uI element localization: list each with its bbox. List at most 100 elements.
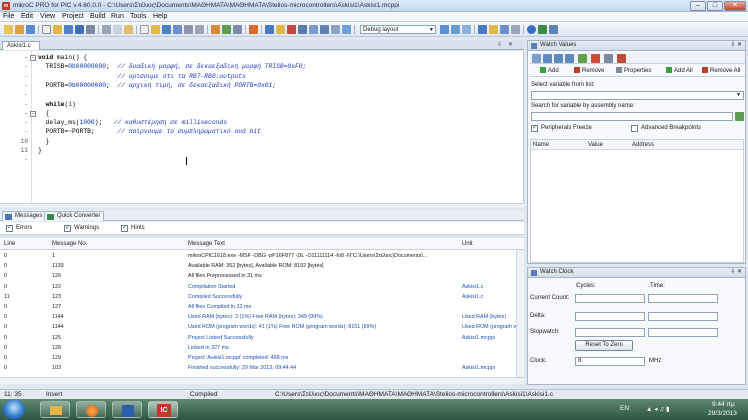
- table-row[interactable]: 0 126 All files Preprocessed in 31 ms: [0, 272, 524, 281]
- menu-edit[interactable]: Edit: [21, 13, 33, 20]
- select-variable-combo[interactable]: ▼: [531, 91, 744, 100]
- run-to-cursor-icon[interactable]: [578, 54, 587, 63]
- mikroc-task[interactable]: IC: [148, 401, 178, 418]
- tile-icon[interactable]: [462, 25, 471, 34]
- tray-icons[interactable]: ▲ ◂ ♫ ▮: [646, 405, 670, 413]
- code-line[interactable]: // ορίσουμε ότι τα RB7-RB0:outputs: [38, 73, 245, 80]
- code-line[interactable]: void main() {: [38, 54, 87, 61]
- run-icon[interactable]: [532, 54, 541, 63]
- peripherals-freeze-checkbox[interactable]: ✓: [531, 125, 538, 132]
- clock-input[interactable]: 8: [575, 357, 645, 366]
- close-file-icon[interactable]: [184, 25, 193, 34]
- folder-tree-icon[interactable]: [489, 25, 498, 34]
- info-icon[interactable]: [538, 25, 547, 34]
- col-value[interactable]: Value: [588, 142, 603, 148]
- pin-icon[interactable]: ⇩: [497, 41, 502, 48]
- search-variable-input[interactable]: [531, 112, 733, 121]
- remove-all-button[interactable]: Remove All: [702, 67, 740, 74]
- clock-time[interactable]: 9:44 πμ: [712, 401, 735, 408]
- maximize-button[interactable]: □: [707, 1, 723, 11]
- code-line[interactable]: delay_ms(1000); // καθυστέρηση σε millis…: [38, 119, 227, 126]
- delta-time[interactable]: [648, 312, 718, 321]
- menu-build[interactable]: Build: [90, 13, 106, 20]
- tab-messages[interactable]: Messages: [2, 211, 47, 221]
- menu-view[interactable]: View: [40, 13, 55, 20]
- fold-toggle-icon[interactable]: −: [30, 111, 36, 117]
- close-tab-icon[interactable]: ✕: [508, 41, 513, 48]
- copy-icon[interactable]: [113, 25, 122, 34]
- clock-date[interactable]: 29/3/2013: [708, 410, 737, 417]
- save-project-icon[interactable]: [26, 25, 35, 34]
- advanced-breakpoints-checkbox[interactable]: [631, 125, 638, 132]
- stopwatch-cycles[interactable]: [575, 328, 645, 337]
- new-project-icon[interactable]: [4, 25, 13, 34]
- menu-help[interactable]: Help: [153, 13, 167, 20]
- code-editor[interactable]: - void main() {- TRISB=0b00000000; // δυα…: [0, 51, 524, 203]
- add-button[interactable]: Add: [540, 67, 559, 74]
- build-icon[interactable]: [249, 25, 258, 34]
- forum-icon[interactable]: [549, 25, 558, 34]
- save2-icon[interactable]: [162, 25, 171, 34]
- goto-icon[interactable]: [331, 25, 340, 34]
- current-count-cycles[interactable]: [575, 294, 645, 303]
- find-next-icon[interactable]: [309, 25, 318, 34]
- start-button[interactable]: [3, 400, 25, 419]
- layout-combo[interactable]: Debug layout ▼: [360, 25, 436, 34]
- word-task[interactable]: [112, 401, 142, 418]
- indent-icon[interactable]: [265, 25, 274, 34]
- code-line[interactable]: TRISB=0b00000000; // δυαδική μορφή, σε δ…: [38, 63, 307, 70]
- menu-file[interactable]: File: [3, 13, 14, 20]
- menu-project[interactable]: Project: [62, 13, 84, 20]
- bookmark-icon[interactable]: [276, 25, 285, 34]
- explorer-task[interactable]: [40, 401, 70, 418]
- hints-checkbox[interactable]: ✓: [121, 225, 128, 232]
- code-line[interactable]: while(1): [38, 101, 76, 108]
- find-icon[interactable]: [233, 25, 242, 34]
- print2-icon[interactable]: [195, 25, 204, 34]
- save-as-icon[interactable]: [173, 25, 182, 34]
- open-file-icon[interactable]: [53, 25, 62, 34]
- table-row[interactable]: 0 127 All files Compiled in 32 ms: [0, 303, 524, 312]
- menu-run[interactable]: Run: [111, 13, 124, 20]
- save-layout-icon[interactable]: [440, 25, 449, 34]
- col-message-text[interactable]: Message Text: [188, 241, 225, 247]
- minimize-button[interactable]: –: [690, 1, 706, 11]
- code-line[interactable]: PORTB=0b00000000; // αρχική τιμή, σε δεκ…: [38, 82, 277, 89]
- remove-button[interactable]: Remove: [574, 67, 604, 74]
- new-file2-icon[interactable]: [140, 25, 149, 34]
- cut-icon[interactable]: [102, 25, 111, 34]
- stopwatch-time[interactable]: [648, 328, 718, 337]
- print-icon[interactable]: [86, 25, 95, 34]
- clear-breakpoints-icon[interactable]: [617, 54, 626, 63]
- grid-icon[interactable]: [500, 25, 509, 34]
- comment-icon[interactable]: [342, 25, 351, 34]
- col-line[interactable]: Line: [4, 241, 15, 247]
- tab-askisi1-c[interactable]: Askisi1.c: [2, 41, 40, 50]
- open-project-icon[interactable]: [15, 25, 24, 34]
- undo-icon[interactable]: [211, 25, 220, 34]
- table-row[interactable]: 0 1 mikroCPIC1618.exe -MSF -DBG -pP16F877 …: [0, 252, 524, 261]
- table-row[interactable]: 0 103 Finished successfully: 29 Mar 2013, …: [0, 364, 524, 373]
- options-icon[interactable]: [511, 25, 520, 34]
- help-icon[interactable]: [527, 25, 536, 34]
- firefox-task[interactable]: [76, 401, 106, 418]
- properties-button[interactable]: Properties: [616, 67, 651, 74]
- close-button[interactable]: ✕: [724, 1, 746, 11]
- col-name[interactable]: Name: [533, 142, 549, 148]
- table-row[interactable]: 0 128 Linked in 327 ms: [0, 344, 524, 353]
- new-file-icon[interactable]: [42, 25, 51, 34]
- reset-to-zero-button[interactable]: Reset To Zero: [575, 340, 633, 351]
- fold-toggle-icon[interactable]: −: [30, 55, 36, 61]
- breakpoints-icon[interactable]: [604, 54, 613, 63]
- messages-hscrollbar[interactable]: [0, 377, 524, 384]
- step-into-icon[interactable]: [543, 54, 552, 63]
- table-row[interactable]: 0 1144 Used RAM (bytes): 3 (1%) Free RAM (…: [0, 313, 524, 322]
- warnings-checkbox[interactable]: ✓: [64, 225, 71, 232]
- messages-vscrollbar[interactable]: [516, 250, 524, 377]
- add-search-icon[interactable]: [735, 112, 744, 121]
- redo-icon[interactable]: [222, 25, 231, 34]
- table-row[interactable]: 0 122 Compilation Started Askisi1.c: [0, 283, 524, 292]
- table-row[interactable]: 0 1139 Available RAM: 352 [bytes], Availab…: [0, 262, 524, 271]
- layout-icon[interactable]: [451, 25, 460, 34]
- col-unit[interactable]: Unit: [462, 241, 473, 247]
